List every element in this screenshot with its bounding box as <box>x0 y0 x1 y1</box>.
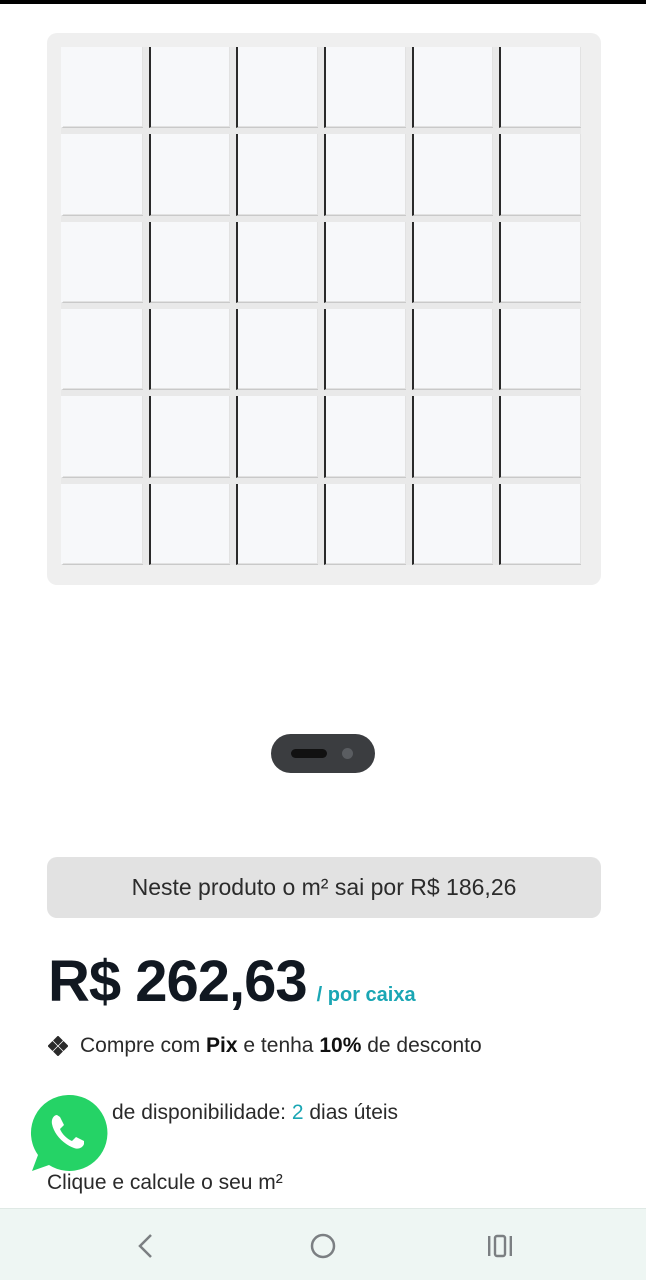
pix-discount: 10% <box>319 1034 362 1057</box>
pix-text-suffix: de desconto <box>367 1034 482 1057</box>
availability-unit: dias úteis <box>309 1101 399 1124</box>
mosaic-tile <box>411 396 494 478</box>
mosaic-tile <box>148 309 231 391</box>
mosaic-tile <box>499 134 581 216</box>
mosaic-tile <box>323 47 406 129</box>
mosaic-tile <box>148 134 231 216</box>
pix-text-middle: e tenha <box>243 1034 314 1057</box>
mosaic-tile <box>61 483 143 565</box>
mosaic-tile <box>411 483 494 565</box>
nav-home-button[interactable] <box>303 1228 343 1264</box>
pix-icon <box>48 1036 68 1056</box>
availability-row: de disponibilidade: 2 dias úteis <box>112 1101 398 1125</box>
mosaic-tile <box>323 309 406 391</box>
mosaic-tile <box>236 483 318 565</box>
product-price: R$ 262,63 <box>48 949 308 1014</box>
mosaic-tile <box>61 221 143 303</box>
android-nav-bar <box>0 1208 646 1280</box>
whatsapp-icon[interactable] <box>27 1093 109 1173</box>
product-page: Neste produto o m² sai por R$ 186,26 R$ … <box>0 0 646 1280</box>
mosaic-tile <box>236 47 318 129</box>
mosaic-tile <box>236 221 318 303</box>
mosaic-tile <box>411 221 494 303</box>
pix-method: Pix <box>206 1034 238 1057</box>
mosaic-tile <box>236 396 318 478</box>
mosaic-tile <box>61 309 143 391</box>
mosaic-tile <box>61 134 143 216</box>
mosaic-tile <box>499 47 581 129</box>
mosaic-tile <box>411 309 494 391</box>
mosaic-tile <box>61 47 143 129</box>
tile-grid <box>61 47 581 565</box>
availability-days: 2 <box>291 1101 304 1124</box>
recent-apps-icon <box>488 1234 512 1258</box>
price-unit: / por caixa <box>316 984 416 1006</box>
carousel-indicator[interactable] <box>271 734 375 773</box>
mosaic-tile <box>236 309 318 391</box>
back-icon <box>138 1234 152 1258</box>
nav-back-button[interactable] <box>126 1228 166 1264</box>
carousel-dot[interactable] <box>342 748 353 759</box>
status-bar-edge <box>0 0 646 4</box>
price-row: R$ 262,63 / por caixa <box>48 948 416 1015</box>
home-icon <box>310 1233 336 1259</box>
mosaic-tile <box>499 221 581 303</box>
mosaic-tile <box>323 483 406 565</box>
calculate-m2-link[interactable]: Clique e calcule o seu m² <box>47 1171 283 1195</box>
m2-price-text: Neste produto o m² sai por R$ 186,26 <box>131 874 517 900</box>
carousel-dot-active[interactable] <box>291 749 327 758</box>
pix-text-prefix: Compre com <box>80 1034 201 1057</box>
mosaic-tile <box>323 221 406 303</box>
mosaic-tile <box>499 309 581 391</box>
mosaic-tile <box>148 396 231 478</box>
mosaic-tile <box>323 134 406 216</box>
m2-price-banner: Neste produto o m² sai por R$ 186,26 <box>47 857 601 918</box>
pix-discount-row: Compre com Pix e tenha 10% de desconto <box>48 1034 482 1058</box>
mosaic-tile <box>148 483 231 565</box>
mosaic-tile <box>411 47 494 129</box>
mosaic-tile <box>323 396 406 478</box>
availability-label: de disponibilidade: <box>112 1101 286 1124</box>
mosaic-tile <box>61 396 143 478</box>
mosaic-tile <box>148 47 231 129</box>
mosaic-tile <box>148 221 231 303</box>
mosaic-tile <box>499 396 581 478</box>
nav-recent-apps-button[interactable] <box>480 1228 520 1264</box>
mosaic-tile <box>499 483 581 565</box>
mosaic-tile <box>236 134 318 216</box>
mosaic-tile <box>411 134 494 216</box>
product-image[interactable] <box>47 33 601 585</box>
